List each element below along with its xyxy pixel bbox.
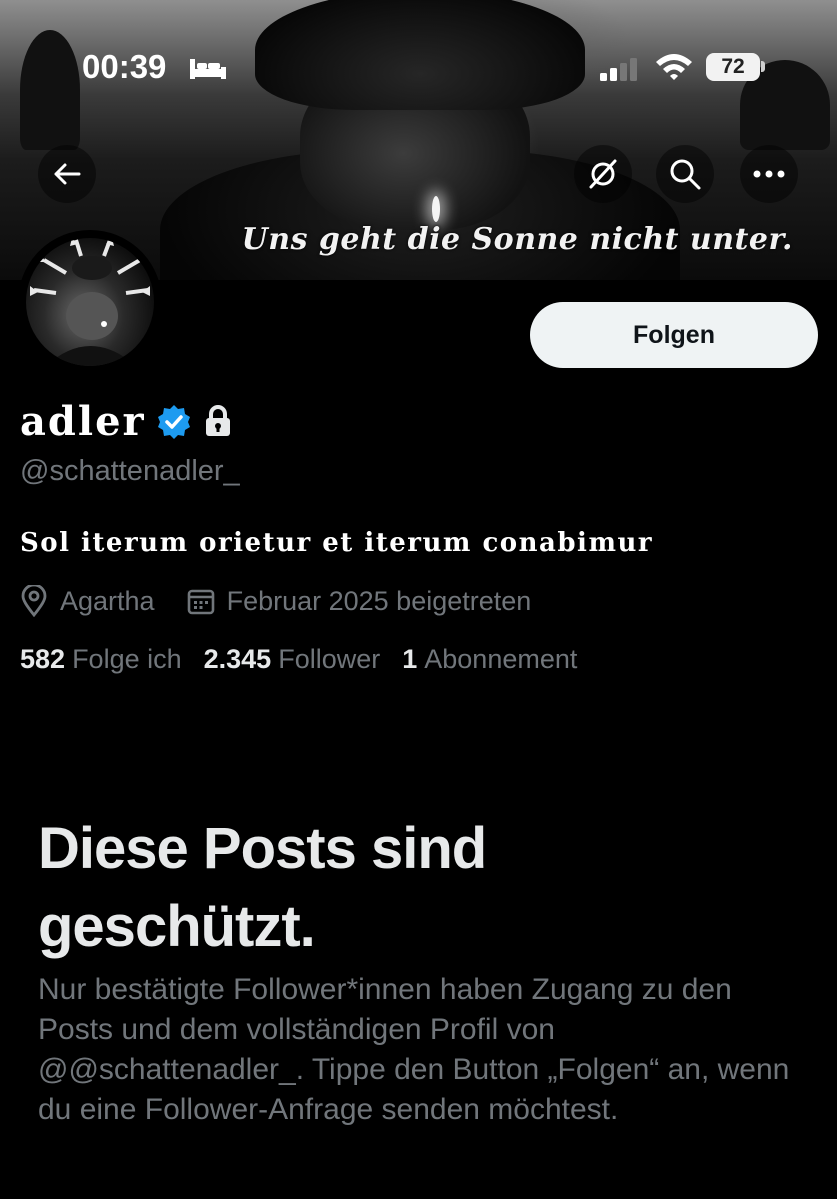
grok-button[interactable] <box>574 145 632 203</box>
banner-tree <box>20 30 80 150</box>
display-name: adler <box>20 398 146 445</box>
follow-button[interactable]: Folgen <box>530 302 818 368</box>
profile-meta: Agartha Februar 2025 beigetreten <box>20 583 563 619</box>
banner-figure-helmet <box>255 0 585 110</box>
back-arrow-icon <box>54 163 81 185</box>
more-icon <box>753 170 785 178</box>
follow-stats: 582 Folge ich 2.345 Follower 1 Abonnement <box>20 644 599 675</box>
join-date: Februar 2025 beigetreten <box>187 585 532 617</box>
protected-posts-description: Nur bestätigte Follower*innen haben Zuga… <box>38 973 790 1126</box>
avatar[interactable] <box>18 230 162 374</box>
location-text: Agartha <box>60 585 155 616</box>
user-handle: @schattenadler_ <box>20 455 240 487</box>
avatar-image <box>26 238 154 366</box>
search-icon <box>670 159 701 190</box>
profile-bio: Sol iterum orietur et iterum conabimur <box>20 528 654 558</box>
subscriptions-count[interactable]: 1 Abonnement <box>402 644 577 675</box>
status-time: 00:39 <box>82 48 167 85</box>
join-date-text: Februar 2025 beigetreten <box>226 585 532 616</box>
following-count[interactable]: 582 Folge ich <box>20 644 182 675</box>
battery-icon: 72 <box>706 53 760 81</box>
banner-lighter-flame <box>432 196 440 222</box>
bed-icon <box>190 59 226 79</box>
back-button[interactable] <box>38 145 96 203</box>
protected-posts-title: Diese Posts sind geschützt. <box>38 816 487 959</box>
protected-lock-icon <box>206 405 230 436</box>
wifi-icon <box>656 54 692 80</box>
more-button[interactable] <box>740 145 798 203</box>
avatar-emblem-icon <box>30 238 150 366</box>
search-button[interactable] <box>656 145 714 203</box>
battery-tip <box>761 61 765 72</box>
followers-count[interactable]: 2.345 Follower <box>204 644 381 675</box>
location: Agartha <box>20 585 155 617</box>
cellular-signal-icon <box>600 58 637 81</box>
grok-icon <box>589 159 617 189</box>
location-pin-icon <box>21 585 47 617</box>
calendar-icon <box>187 589 214 615</box>
banner-caption: Uns geht die Sonne nicht unter. <box>241 222 793 257</box>
verified-badge-icon[interactable] <box>155 403 193 441</box>
